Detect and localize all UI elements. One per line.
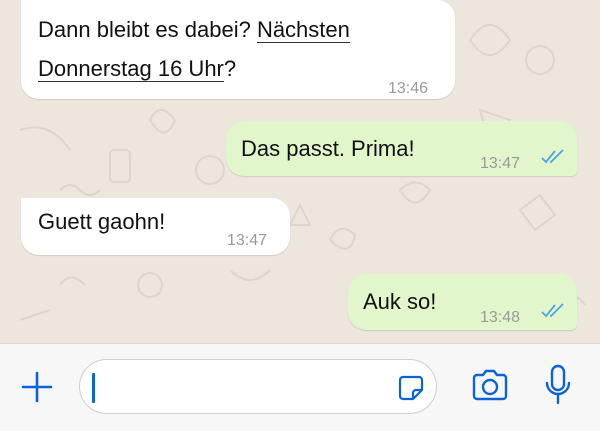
sticker-icon[interactable] <box>397 374 425 402</box>
message-text-part: ? <box>223 56 237 81</box>
message-bubble-incoming[interactable]: Dann bleibt es dabei? Nächsten Donnersta… <box>21 0 455 99</box>
message-text: Auk so! <box>363 289 437 314</box>
date-link[interactable]: Nächsten <box>256 17 350 43</box>
message-time: 13:47 <box>227 232 268 249</box>
message-time: 13:47 <box>480 155 521 172</box>
message-bubble-outgoing[interactable]: Auk so! 13:48 <box>348 274 577 330</box>
read-ticks-icon <box>541 303 564 318</box>
message-text-part: Dann bleibt es dabei? <box>38 17 257 42</box>
message-text: Guett gaohn! <box>38 209 166 234</box>
message-text-line2: Donnerstag 16 Uhr? <box>38 53 236 85</box>
plus-icon[interactable] <box>20 370 54 404</box>
message-time: 13:48 <box>480 309 521 326</box>
chat-area: Dann bleibt es dabei? Nächsten Donnersta… <box>0 0 600 343</box>
text-caret <box>92 373 95 403</box>
message-input[interactable] <box>79 359 437 414</box>
message-text: Das passt. Prima! <box>241 136 415 161</box>
message-bubble-incoming[interactable]: Guett gaohn! 13:47 <box>21 198 290 255</box>
message-time: 13:46 <box>388 80 429 97</box>
date-link-continued[interactable]: Donnerstag 16 Uhr <box>38 56 224 82</box>
microphone-icon[interactable] <box>545 364 571 406</box>
read-ticks-icon <box>541 149 564 164</box>
message-bubble-outgoing[interactable]: Das passt. Prima! 13:47 <box>226 121 577 176</box>
composer-bar <box>0 343 600 431</box>
camera-icon[interactable] <box>470 368 510 404</box>
message-text: Dann bleibt es dabei? Nächsten <box>38 14 350 46</box>
